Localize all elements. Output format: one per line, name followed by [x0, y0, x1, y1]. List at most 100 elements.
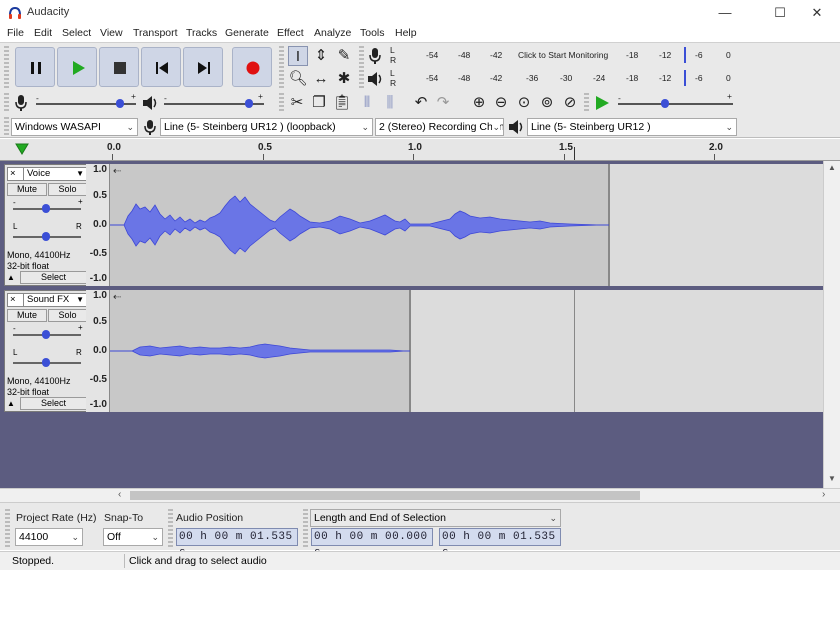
recording-channels-select[interactable]: 2 (Stereo) Recording Chan ⌄	[375, 118, 504, 136]
scroll-down-icon[interactable]: ▼	[828, 474, 836, 483]
multi-tool-icon[interactable]: ✱	[334, 69, 354, 89]
menu-select[interactable]: Select	[62, 27, 91, 39]
playback-volume-thumb[interactable]	[245, 99, 253, 108]
menu-generate[interactable]: Generate	[225, 27, 269, 39]
waveform-area[interactable]: ⇠	[110, 290, 823, 412]
horizontal-scrollbar[interactable]: ‹ ›	[0, 488, 840, 502]
solo-button[interactable]: Solo	[48, 183, 87, 196]
timeline-ruler[interactable]: 0.0 0.5 1.0 1.5 2.0	[0, 139, 840, 161]
play-button[interactable]	[57, 47, 97, 87]
toolbar-grip[interactable]	[359, 46, 364, 90]
toolbar-grip[interactable]	[4, 117, 9, 136]
zoom-tool-icon[interactable]: 🔍︎	[288, 69, 308, 89]
track-area[interactable]: × Voice ▼ Mute Solo - + L R Mono, 44100H…	[0, 161, 823, 634]
trim-audio-icon[interactable]: ⫴	[357, 93, 377, 113]
recording-volume-thumb[interactable]	[116, 99, 124, 108]
stop-button[interactable]	[99, 47, 139, 87]
menu-transport[interactable]: Transport	[133, 27, 178, 39]
draw-tool-icon[interactable]: ✎	[334, 46, 354, 66]
playback-meter[interactable]: -54 -48 -42 -36 -30 -24 -18 -12 -6 0	[398, 70, 735, 86]
recording-device-select[interactable]: Line (5- Steinberg UR12 ) (loopback) ⌄	[160, 118, 373, 136]
paste-icon[interactable]: 📋︎	[332, 93, 352, 113]
track-control-panel[interactable]: × Voice ▼ Mute Solo - + L R Mono, 44100H…	[4, 164, 90, 286]
mute-button[interactable]: Mute	[7, 309, 47, 322]
audio-host-select[interactable]: Windows WASAPI ⌄	[11, 118, 138, 136]
selection-end-field[interactable]: 00 h 00 m 01.535 s	[439, 528, 561, 559]
track-name-menu[interactable]: × Sound FX ▼	[7, 293, 87, 307]
fit-project-icon[interactable]: ⊚	[537, 93, 557, 113]
play-speed-slider[interactable]	[618, 103, 733, 105]
toolbar-grip[interactable]	[279, 93, 284, 113]
silence-audio-icon[interactable]: ⫼	[380, 93, 400, 113]
menu-help[interactable]: Help	[395, 27, 417, 39]
menu-tools[interactable]: Tools	[360, 27, 385, 39]
menu-view[interactable]: View	[100, 27, 123, 39]
toolbar-grip[interactable]	[279, 46, 284, 90]
vertical-scale[interactable]: 1.0 0.5 0.0 -0.5 -1.0	[86, 290, 110, 412]
copy-icon[interactable]: ❐	[309, 93, 329, 113]
toolbar-grip[interactable]	[4, 93, 9, 113]
skip-to-start-button[interactable]	[141, 47, 181, 87]
play-speed-thumb[interactable]	[661, 99, 669, 108]
zoom-in-icon[interactable]: ⊕	[469, 93, 489, 113]
pause-button[interactable]	[15, 47, 55, 87]
close-track-icon[interactable]: ×	[10, 168, 16, 180]
pan-thumb[interactable]	[42, 358, 50, 367]
horizontal-scroll-thumb[interactable]	[130, 491, 640, 500]
vertical-scrollbar[interactable]: ▲ ▼	[823, 161, 840, 488]
collapse-track-icon[interactable]: ▲	[7, 273, 15, 282]
menu-file[interactable]: File	[7, 27, 24, 39]
click-to-start-monitoring[interactable]: Click to Start Monitoring	[518, 50, 608, 60]
zoom-out-icon[interactable]: ⊖	[491, 93, 511, 113]
record-meter-icon[interactable]	[368, 47, 382, 65]
mute-button[interactable]: Mute	[7, 183, 47, 196]
scroll-up-icon[interactable]: ▲	[828, 163, 836, 172]
track-name-menu[interactable]: × Voice ▼	[7, 167, 87, 181]
track-control-panel[interactable]: × Sound FX ▼ Mute Solo - + L R Mono, 441…	[4, 290, 90, 412]
collapse-track-icon[interactable]: ▲	[7, 399, 15, 408]
audio-position-field[interactable]: 00 h 00 m 01.535 s	[176, 528, 298, 559]
record-meter[interactable]: -54 -48 -42 Click to Start Monitoring -1…	[398, 47, 735, 63]
gain-thumb[interactable]	[42, 204, 50, 213]
menu-edit[interactable]: Edit	[34, 27, 52, 39]
selection-mode-select[interactable]: Length and End of Selection ⌄	[310, 509, 561, 527]
vertical-scale[interactable]: 1.0 0.5 0.0 -0.5 -1.0	[86, 164, 110, 286]
audio-clip[interactable]: ⇠	[110, 290, 410, 412]
menu-analyze[interactable]: Analyze	[314, 27, 351, 39]
toolbar-grip[interactable]	[5, 509, 10, 547]
playback-meter-icon[interactable]	[367, 71, 383, 87]
close-track-icon[interactable]: ×	[10, 294, 16, 306]
time-shift-tool-icon[interactable]: ↔	[311, 69, 331, 89]
undo-icon[interactable]: ↶	[411, 93, 431, 113]
toolbar-grip[interactable]	[584, 93, 589, 113]
solo-button[interactable]: Solo	[48, 309, 87, 322]
redo-icon[interactable]: ↷	[433, 93, 453, 113]
selection-length-field[interactable]: 00 h 00 m 00.000 s	[311, 528, 433, 559]
gain-thumb[interactable]	[42, 330, 50, 339]
pan-thumb[interactable]	[42, 232, 50, 241]
project-rate-select[interactable]: 44100 ⌄	[15, 528, 83, 546]
toolbar-grip[interactable]	[168, 509, 173, 547]
scroll-right-icon[interactable]: ›	[822, 489, 825, 500]
menu-effect[interactable]: Effect	[277, 27, 304, 39]
snap-to-select[interactable]: Off ⌄	[103, 528, 163, 546]
playback-device-select[interactable]: Line (5- Steinberg UR12 ) ⌄	[527, 118, 737, 136]
play-at-speed-icon[interactable]	[594, 95, 610, 111]
scroll-left-icon[interactable]: ‹	[118, 489, 121, 500]
skip-to-end-button[interactable]	[183, 47, 223, 87]
record-button[interactable]	[232, 47, 272, 87]
envelope-tool-icon[interactable]: ⇕	[311, 46, 331, 66]
waveform-area[interactable]: ⇠	[110, 164, 823, 286]
toolbar-grip[interactable]	[4, 46, 9, 90]
pinned-play-head-icon[interactable]	[15, 143, 29, 155]
minimize-button[interactable]: —	[702, 0, 748, 26]
select-track-button[interactable]: Select	[20, 271, 87, 284]
select-track-button[interactable]: Select	[20, 397, 87, 410]
zoom-toggle-icon[interactable]: ⊘	[560, 93, 580, 113]
menu-tracks[interactable]: Tracks	[186, 27, 217, 39]
toolbar-grip[interactable]	[303, 509, 308, 547]
selection-tool-icon[interactable]: I	[288, 46, 308, 66]
fit-selection-icon[interactable]: ⊙	[514, 93, 534, 113]
audio-clip[interactable]: ⇠	[110, 164, 609, 286]
cut-icon[interactable]: ✂	[287, 93, 307, 113]
